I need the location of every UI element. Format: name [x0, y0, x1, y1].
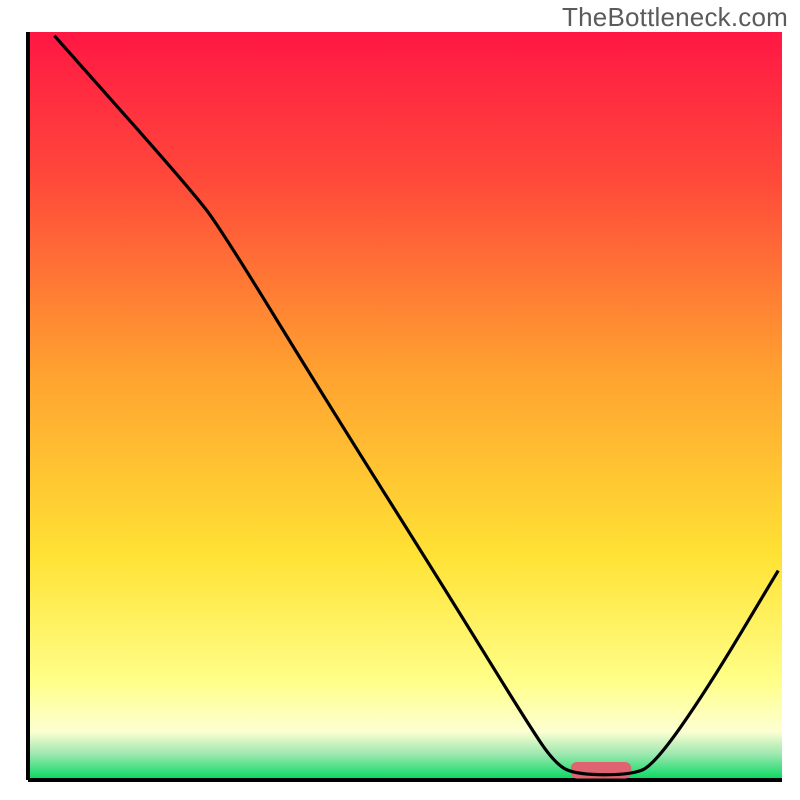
chart-container: TheBottleneck.com — [0, 0, 800, 800]
plot-background — [28, 32, 782, 780]
bottleneck-chart — [0, 0, 800, 800]
